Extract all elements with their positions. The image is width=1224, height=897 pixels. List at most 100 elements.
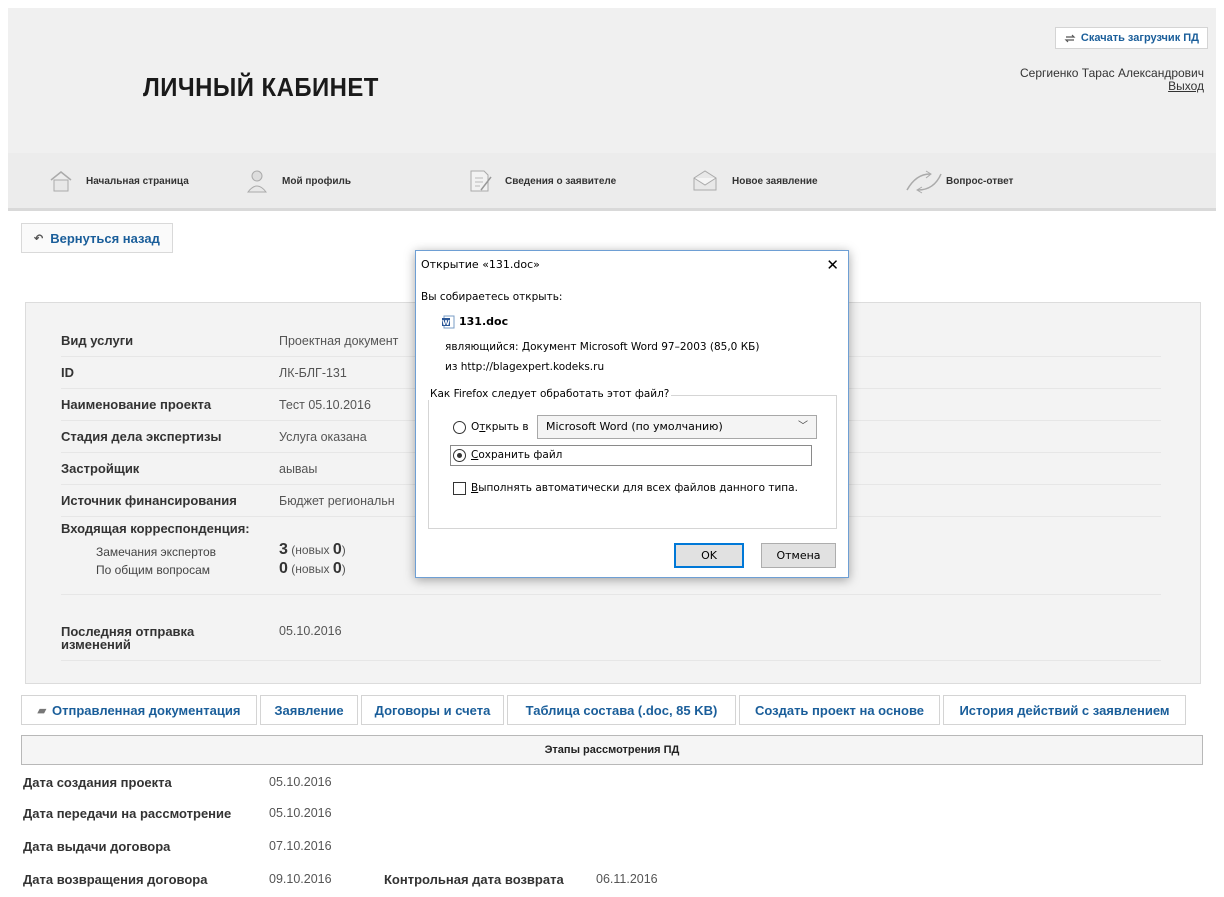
nav-item-new-application[interactable]: Новое заявление bbox=[690, 166, 818, 196]
stage-value: Услуга оказана bbox=[279, 430, 367, 444]
tab-sent-documentation-label: Отправленная документация bbox=[52, 702, 241, 718]
chevron-down-icon: ﹀ bbox=[798, 421, 808, 432]
dialog-type-row: являющийся: Документ Microsoft Word 97–2… bbox=[445, 341, 759, 353]
general-label: По общим вопросам bbox=[96, 563, 211, 577]
back-button[interactable]: ↶ Вернуться назад bbox=[21, 223, 173, 253]
tab-application[interactable]: Заявление bbox=[260, 695, 358, 725]
last-sent-value: 05.10.2016 bbox=[279, 624, 342, 638]
dialog-intro: Вы собираетесь открыть: bbox=[421, 291, 563, 303]
dialog-file-name: 131.doc bbox=[459, 315, 509, 328]
dialog-title: Открытие «131.doc» bbox=[421, 258, 540, 271]
tab-history[interactable]: История действий с заявлением bbox=[943, 695, 1186, 725]
stage-row-label: Дата передачи на рассмотрение bbox=[23, 806, 232, 821]
tab-composition-table-label: Таблица состава (.doc, 85 KB) bbox=[525, 702, 718, 718]
swap-arrows-icon bbox=[1064, 34, 1076, 42]
user-block: Сергиенко Тарас Александрович Выход bbox=[1020, 67, 1204, 93]
tab-create-project[interactable]: Создать проект на основе bbox=[739, 695, 940, 725]
save-file-post: охранить файл bbox=[478, 449, 563, 461]
download-loader-button[interactable]: Скачать загрузчик ПД bbox=[1054, 27, 1208, 49]
dialog-from-row: из http://blagexpert.kodeks.ru bbox=[445, 361, 604, 373]
tab-contracts-label: Договоры и счета bbox=[374, 702, 491, 718]
project-value: Тест 05.10.2016 bbox=[279, 398, 371, 412]
home-icon bbox=[50, 171, 72, 192]
remarks-label: Замечания экспертов bbox=[96, 545, 217, 559]
remarks-new-value: 0 bbox=[332, 541, 342, 558]
nav-item-home[interactable]: Начальная страница bbox=[48, 166, 189, 196]
id-value: ЛК-БЛГ-131 bbox=[279, 366, 347, 380]
stage-row: Дата создания проекта 05.10.2016 bbox=[21, 765, 1203, 800]
auto-action-checkbox[interactable] bbox=[453, 482, 466, 495]
stage-row-value: 09.10.2016 bbox=[269, 872, 332, 886]
file-open-dialog: Открытие «131.doc» ✕ Вы собираетесь откр… bbox=[415, 250, 849, 578]
back-button-label: Вернуться назад bbox=[50, 230, 160, 246]
main-nav: Начальная страница Мой профиль Сведения … bbox=[8, 153, 1216, 211]
general-new-close: ) bbox=[341, 562, 346, 576]
incoming-label: Входящая корреспонденция: bbox=[61, 521, 250, 536]
open-with-radio[interactable] bbox=[453, 421, 466, 434]
nav-item-applicant[interactable]: Сведения о заявителе bbox=[467, 166, 616, 196]
download-loader-label: Скачать загрузчик ПД bbox=[1080, 32, 1199, 44]
stage-row-value: 05.10.2016 bbox=[269, 775, 332, 789]
service-value: Проектная документ bbox=[279, 334, 399, 348]
open-with-label[interactable]: Открыть в bbox=[471, 421, 529, 433]
control-return-value: 06.11.2016 bbox=[596, 872, 658, 886]
app-select-value: Microsoft Word (по умолчанию) bbox=[546, 420, 723, 433]
dialog-type-value: Документ Microsoft Word 97–2003 (85,0 КБ… bbox=[521, 341, 760, 353]
service-label: Вид услуги bbox=[61, 333, 134, 348]
stage-row: Дата передачи на рассмотрение 05.10.2016 bbox=[21, 796, 1203, 831]
funding-label: Источник финансирования bbox=[61, 493, 237, 508]
user-icon bbox=[246, 170, 268, 193]
stage-row-label: Дата возвращения договора bbox=[23, 872, 208, 887]
remarks-new-open: (новых bbox=[291, 543, 333, 557]
nav-label-applicant: Сведения о заявителе bbox=[505, 175, 617, 187]
save-file-label[interactable]: Сохранить файл bbox=[471, 449, 562, 461]
project-label: Наименование проекта bbox=[61, 397, 212, 412]
document-edit-icon bbox=[470, 170, 492, 192]
word-document-icon: W bbox=[442, 315, 455, 329]
tab-history-label: История действий с заявлением bbox=[959, 702, 1170, 718]
nav-label-new-application: Новое заявление bbox=[732, 175, 818, 187]
nav-item-profile[interactable]: Мой профиль bbox=[244, 166, 351, 196]
tab-contracts[interactable]: Договоры и счета bbox=[361, 695, 504, 725]
remarks-count: 3 (новых 0) bbox=[279, 541, 346, 559]
svg-text:W: W bbox=[442, 319, 450, 327]
nav-label-home: Начальная страница bbox=[86, 175, 189, 187]
stage-row-value: 05.10.2016 bbox=[269, 806, 332, 820]
folder-icon: ▰ bbox=[37, 704, 47, 717]
back-arrow-icon: ↶ bbox=[34, 232, 44, 245]
tab-composition-table[interactable]: Таблица состава (.doc, 85 KB) bbox=[507, 695, 736, 725]
arrows-icon bbox=[906, 170, 942, 194]
remarks-new-close: ) bbox=[341, 543, 346, 557]
auto-action-label[interactable]: Выполнять автоматически для всех файлов … bbox=[471, 482, 798, 494]
dialog-type-label: являющийся: bbox=[445, 341, 519, 353]
stage-row: Дата выдачи договора 07.10.2016 bbox=[21, 829, 1203, 864]
general-new-open: (новых bbox=[291, 562, 333, 576]
info-row-last-sent: Последняя отправка изменений 05.10.2016 bbox=[61, 621, 1161, 661]
id-label: ID bbox=[61, 365, 74, 380]
stage-row: Дата возвращения договора 09.10.2016 Кон… bbox=[21, 862, 1203, 897]
save-file-radio[interactable] bbox=[453, 449, 466, 462]
stage-label: Стадия дела экспертизы bbox=[61, 429, 222, 444]
page-title: ЛИЧНЫЙ КАБИНЕТ bbox=[143, 72, 379, 102]
tab-sent-documentation[interactable]: ▰ Отправленная документация bbox=[21, 695, 257, 725]
nav-item-faq[interactable]: Вопрос-ответ bbox=[904, 166, 1013, 196]
stage-row-label: Дата выдачи договора bbox=[23, 839, 171, 854]
nav-label-profile: Мой профиль bbox=[282, 175, 352, 187]
cancel-button[interactable]: Отмена bbox=[761, 543, 836, 568]
funding-value: Бюджет региональн bbox=[279, 494, 395, 508]
tab-create-project-label: Создать проект на основе bbox=[754, 702, 925, 718]
tab-application-label: Заявление bbox=[274, 702, 344, 718]
nav-label-faq: Вопрос-ответ bbox=[946, 175, 1014, 187]
developer-label: Застройщик bbox=[61, 461, 140, 476]
auto-action-post: ыполнять автоматически для всех файлов д… bbox=[478, 482, 798, 494]
app-select[interactable]: Microsoft Word (по умолчанию) ﹀ bbox=[537, 415, 817, 439]
ok-button[interactable]: OK bbox=[674, 543, 744, 568]
general-count-value: 0 bbox=[279, 560, 288, 577]
envelope-icon bbox=[693, 170, 717, 191]
handling-question: Как Firefox следует обработать этот файл… bbox=[428, 388, 672, 400]
close-icon[interactable]: ✕ bbox=[826, 255, 839, 275]
logout-link[interactable]: Выход bbox=[1020, 80, 1204, 93]
developer-value: аываы bbox=[279, 462, 318, 476]
dialog-from-label: из bbox=[445, 361, 458, 373]
stages-header: Этапы рассмотрения ПД bbox=[21, 735, 1203, 765]
